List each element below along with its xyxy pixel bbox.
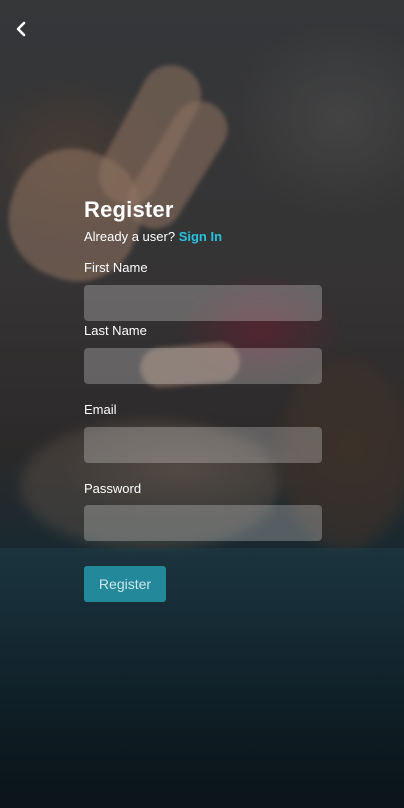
page-title: Register <box>84 197 174 222</box>
back-button[interactable] <box>10 18 32 40</box>
first-name-label: First Name <box>84 260 148 275</box>
last-name-field[interactable] <box>84 348 322 384</box>
email-label: Email <box>84 402 117 417</box>
bottom-band <box>0 548 404 808</box>
register-button[interactable]: Register <box>84 566 166 602</box>
chevron-left-icon <box>15 21 27 37</box>
register-form: Register Already a user? Sign In First N… <box>84 196 322 602</box>
first-name-field[interactable] <box>84 285 322 321</box>
register-screen: Register Already a user? Sign In First N… <box>0 0 404 808</box>
last-name-label: Last Name <box>84 323 147 338</box>
password-label: Password <box>84 481 142 496</box>
email-field[interactable] <box>84 427 322 463</box>
sign-in-prompt: Already a user? Sign In <box>84 228 322 246</box>
sign-in-link[interactable]: Sign In <box>179 229 222 244</box>
sign-in-prompt-text: Already a user? <box>84 229 176 244</box>
password-field[interactable] <box>84 505 322 541</box>
